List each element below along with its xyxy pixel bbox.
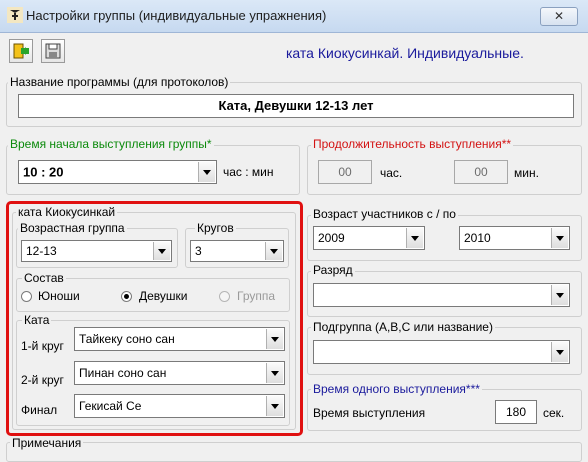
duration-minutes-unit: мин. xyxy=(514,166,539,180)
close-icon: ✕ xyxy=(553,9,565,23)
start-time-legend: Время начала выступления группы* xyxy=(8,137,214,151)
chevron-down-icon[interactable] xyxy=(551,342,568,362)
subgroup-legend: Подгруппа (А,В,С или название) xyxy=(311,320,495,334)
start-time-select[interactable]: 10 : 20 xyxy=(18,160,217,184)
title-bar: Настройки группы (индивидуальные упражне… xyxy=(0,0,588,33)
duration-hours-input[interactable]: 00 xyxy=(318,160,372,184)
age-to-value: 2010 xyxy=(464,231,491,245)
performance-time-input[interactable]: 180 xyxy=(495,400,537,424)
save-icon xyxy=(45,43,61,59)
chevron-down-icon[interactable] xyxy=(406,228,423,248)
subgroup-select[interactable] xyxy=(313,340,570,364)
highlight-frame xyxy=(6,201,303,436)
start-time-value: 10 : 20 xyxy=(23,164,64,180)
program-legend: Название программы (для протоколов) xyxy=(8,75,231,89)
chevron-down-icon[interactable] xyxy=(551,228,568,248)
rank-legend: Разряд xyxy=(311,263,355,277)
save-button[interactable] xyxy=(41,39,65,63)
performance-time-legend: Время одного выступления*** xyxy=(311,382,482,396)
duration-legend: Продолжительность выступления** xyxy=(311,137,514,151)
notes-legend: Примечания xyxy=(10,436,84,450)
app-icon xyxy=(7,7,23,23)
exit-icon xyxy=(13,43,29,59)
age-from-select[interactable]: 2009 xyxy=(313,226,425,250)
window-title: Настройки группы (индивидуальные упражне… xyxy=(26,8,327,23)
start-time-unit: час : мин xyxy=(223,165,274,179)
duration-minutes-input[interactable]: 00 xyxy=(454,160,508,184)
performance-time-unit: сек. xyxy=(543,406,565,420)
age-to-select[interactable]: 2010 xyxy=(459,226,570,250)
age-from-value: 2009 xyxy=(318,231,345,245)
duration-hours-unit: час. xyxy=(380,166,403,180)
notes-group xyxy=(6,442,582,462)
close-button[interactable]: ✕ xyxy=(540,7,578,26)
chevron-down-icon[interactable] xyxy=(198,162,215,182)
participants-age-legend: Возраст участников с / по xyxy=(311,207,458,221)
performance-time-label: Время выступления xyxy=(313,406,426,420)
exit-button[interactable] xyxy=(9,39,33,63)
program-name-input[interactable]: Ката, Девушки 12-13 лет xyxy=(18,94,574,118)
chevron-down-icon[interactable] xyxy=(551,285,568,305)
rank-select[interactable] xyxy=(313,283,570,307)
toolbar-caption: ката Киокусинкай. Индивидуальные. xyxy=(286,45,524,61)
